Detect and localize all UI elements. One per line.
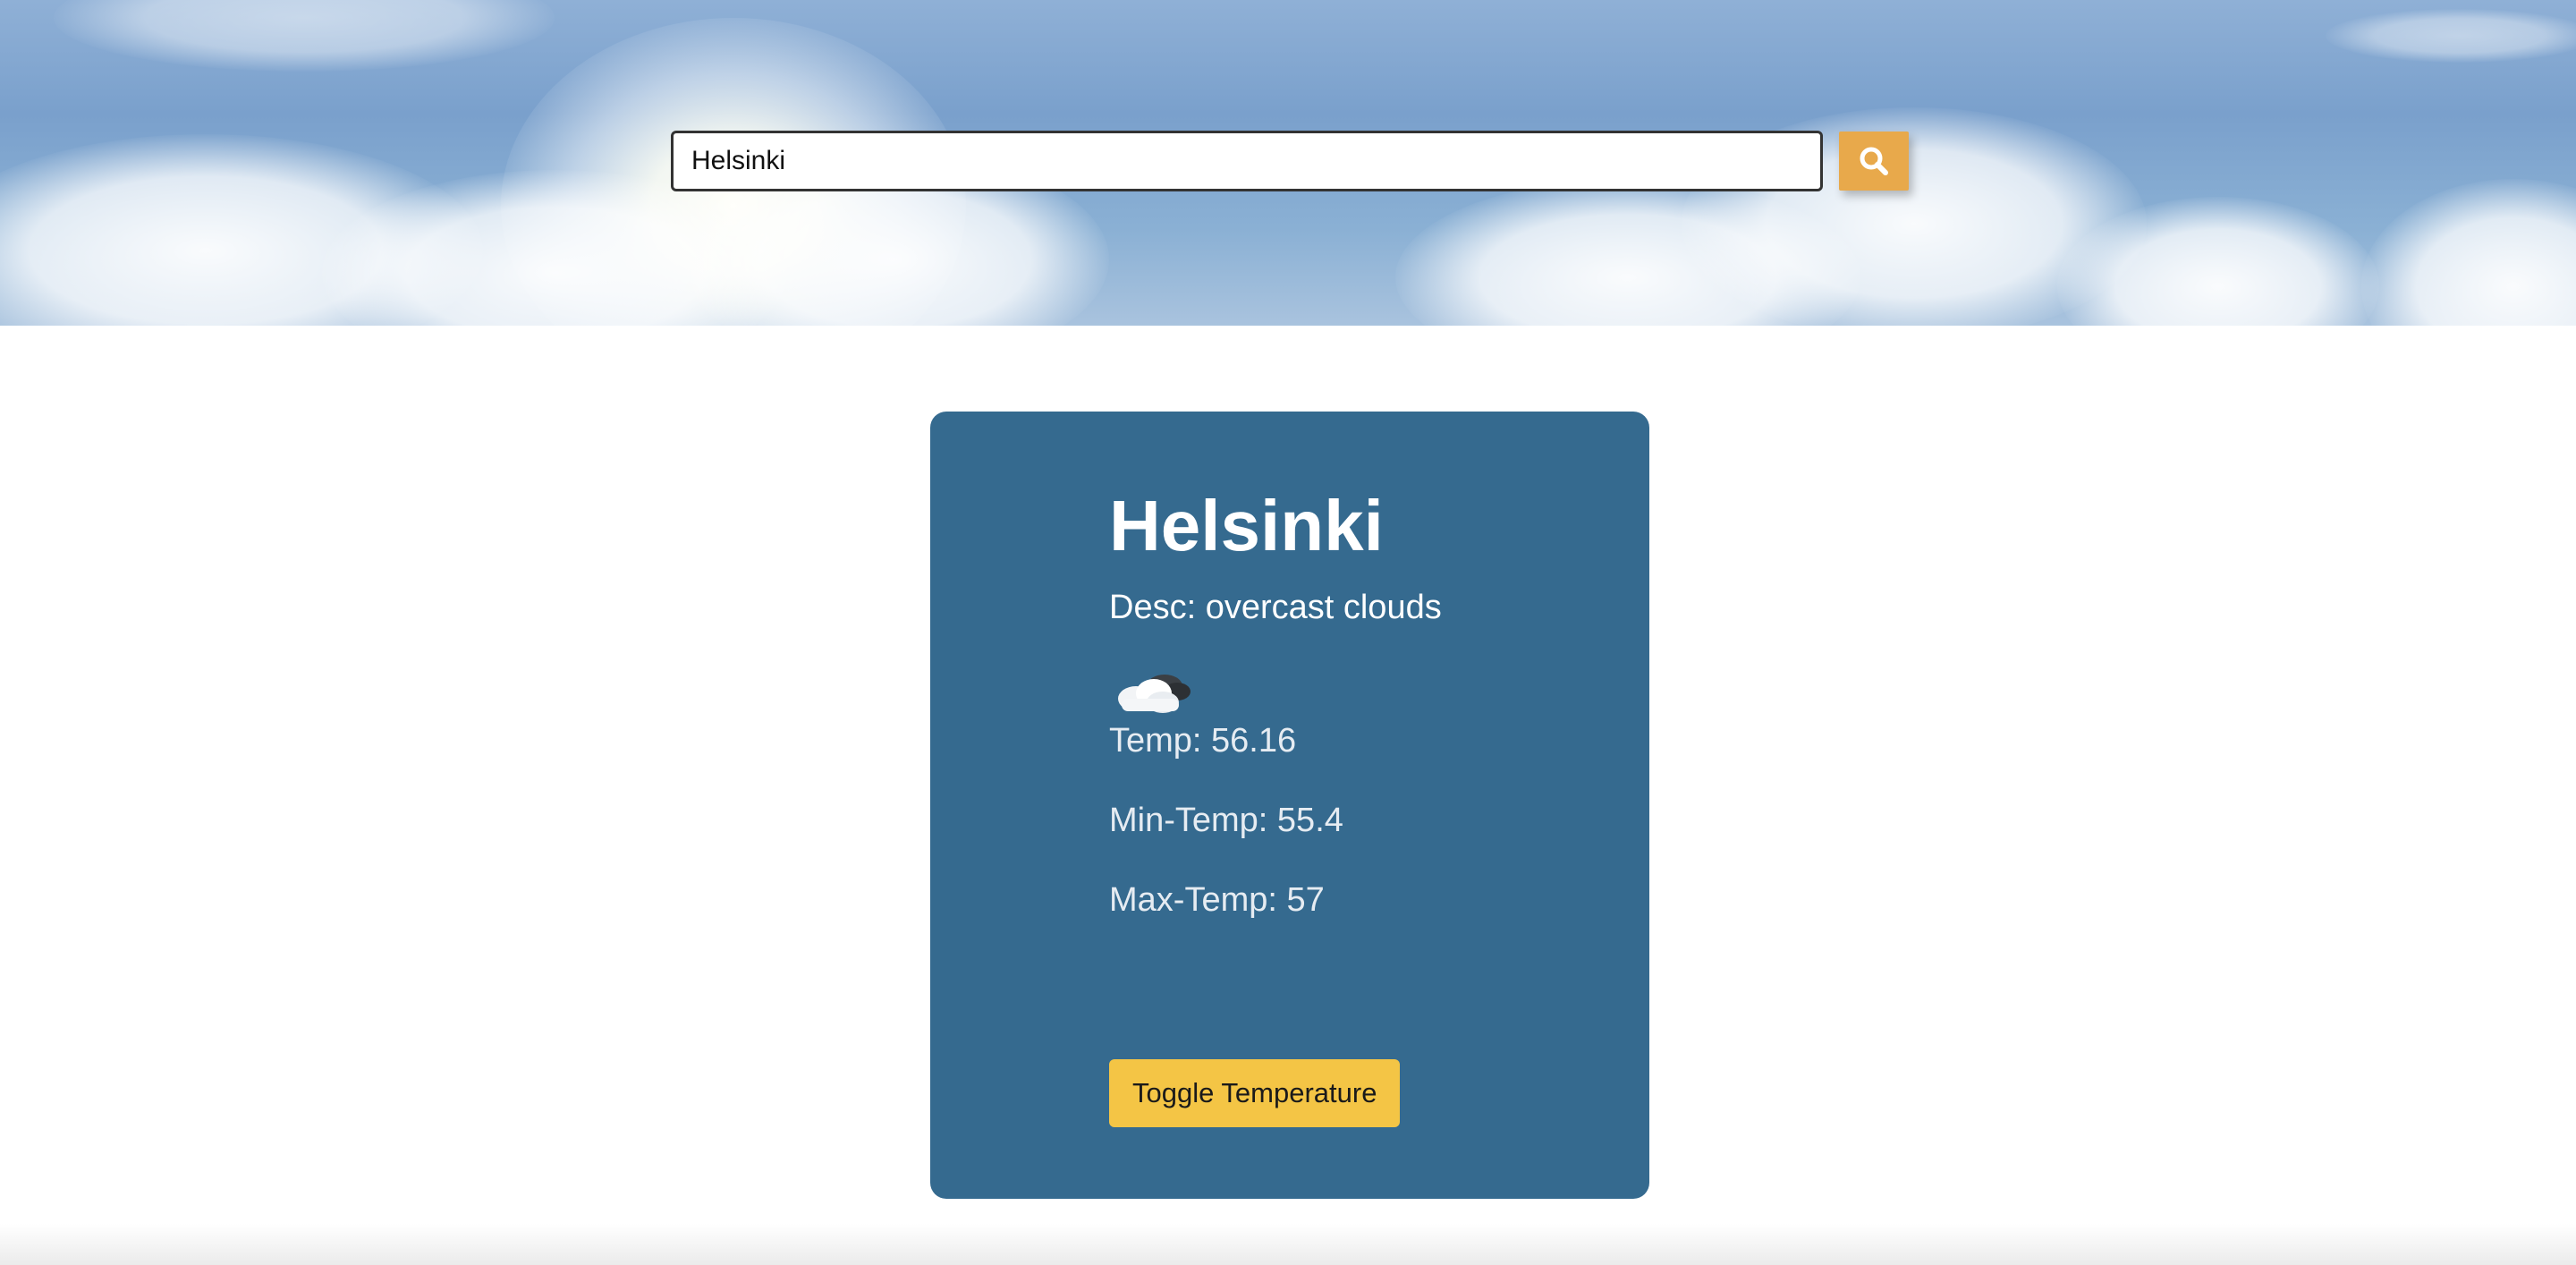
cloud-shape — [54, 0, 555, 72]
cloud-shape — [2361, 179, 2576, 326]
max-temperature: Max-Temp: 57 — [1109, 881, 1325, 919]
weather-details: Helsinki Desc: overcast clouds Temp: 56.… — [1109, 487, 1442, 920]
search-bar — [671, 131, 1909, 191]
sky-header-banner — [0, 0, 2576, 326]
search-icon — [1860, 147, 1888, 175]
toggle-temperature-button[interactable]: Toggle Temperature — [1109, 1059, 1401, 1127]
weather-description: Desc: overcast clouds — [1109, 589, 1442, 626]
overcast-clouds-icon — [1109, 659, 1199, 722]
page-bottom-shadow — [0, 1224, 2576, 1265]
search-button[interactable] — [1839, 132, 1909, 191]
cloud-shape — [2326, 9, 2576, 63]
weather-card: Helsinki Desc: overcast clouds Temp: 56.… — [930, 412, 1649, 1199]
weather-app-page: Helsinki Desc: overcast clouds Temp: 56.… — [0, 0, 2576, 1265]
min-temperature: Min-Temp: 55.4 — [1109, 802, 1343, 839]
city-search-input[interactable] — [671, 131, 1823, 191]
city-name: Helsinki — [1109, 486, 1384, 565]
current-temperature: Temp: 56.16 — [1109, 722, 1297, 760]
